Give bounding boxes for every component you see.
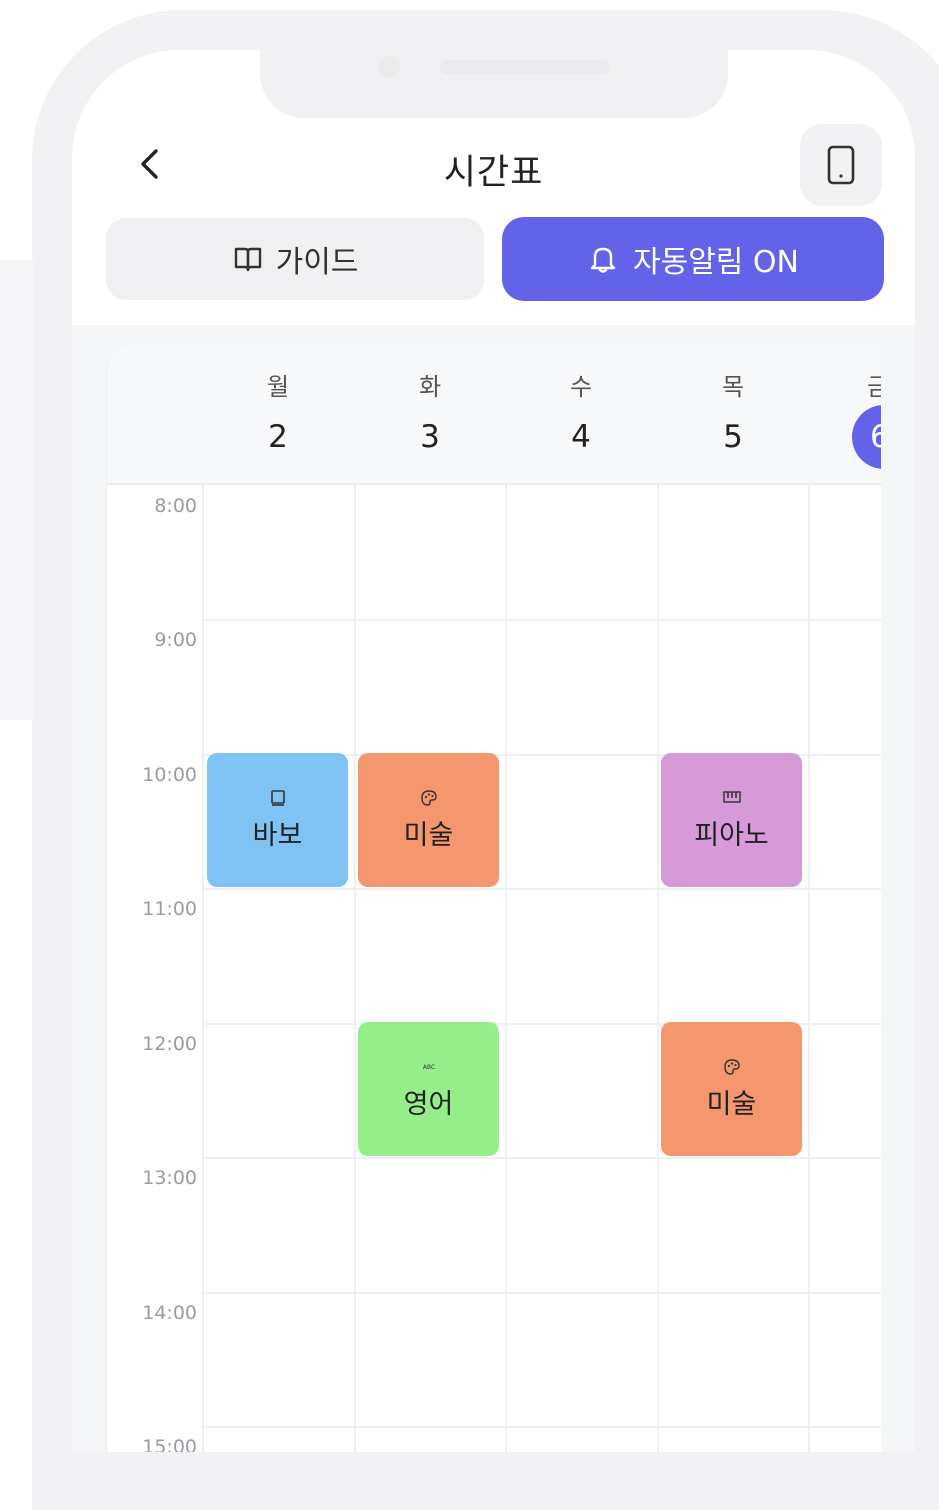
piano-icon (722, 789, 742, 811)
top-header: 시간표 (72, 118, 915, 208)
day-date: 3 (420, 419, 440, 455)
timetable: 월 2 화 3 수 4 목 5 금 6 (106, 345, 881, 1452)
day-name: 월 (266, 373, 290, 401)
event-block-art[interactable]: 미술 (661, 1022, 802, 1156)
day-date: 5 (723, 419, 743, 455)
day-name: 금 (867, 367, 881, 402)
grid-line (202, 1292, 881, 1294)
time-label: 8:00 (154, 495, 197, 517)
device-button[interactable] (800, 124, 882, 206)
book-icon (269, 789, 287, 811)
time-label: 10:00 (142, 764, 197, 786)
speaker-grille (440, 60, 610, 74)
guide-label: 가이드 (275, 245, 359, 280)
day-column-wed[interactable]: 수 4 (505, 345, 657, 483)
grid-line (202, 888, 881, 890)
day-column-thu[interactable]: 목 5 (657, 345, 809, 483)
palette-icon (420, 789, 438, 811)
time-label: 13:00 (142, 1167, 197, 1189)
guide-button[interactable]: 가이드 (106, 218, 484, 300)
day-name: 수 (569, 373, 593, 401)
time-label: 11:00 (142, 898, 197, 920)
svg-text:ABC: ABC (422, 1064, 434, 1071)
abc-icon: ABC (419, 1058, 439, 1080)
auto-alarm-label: 자동알림 ON (633, 245, 799, 280)
grid-line (657, 485, 659, 1452)
grid-line (202, 619, 881, 621)
event-name: 바보 (252, 819, 303, 851)
phone-icon (827, 145, 855, 185)
time-label: 15:00 (142, 1436, 197, 1452)
auto-alarm-button[interactable]: 자동알림 ON (502, 217, 884, 301)
grid-line (354, 485, 356, 1452)
day-name: 화 (418, 373, 442, 401)
grid-line (808, 485, 810, 1452)
day-column-tue[interactable]: 화 3 (354, 345, 506, 483)
event-block-babo[interactable]: 바보 (207, 753, 348, 887)
day-name: 목 (721, 373, 745, 401)
grid-line (202, 1426, 881, 1428)
event-name: 영어 (403, 1088, 454, 1120)
bell-icon (590, 247, 616, 273)
book-icon (234, 247, 261, 272)
event-block-piano[interactable]: 피아노 (661, 753, 802, 887)
camera-icon (378, 56, 400, 78)
phone-notch (260, 50, 728, 118)
time-label: 9:00 (154, 629, 197, 651)
time-label: 14:00 (142, 1302, 197, 1324)
time-label: 12:00 (142, 1033, 197, 1055)
palette-icon (723, 1058, 741, 1080)
event-block-english[interactable]: ABC 영어 (358, 1022, 499, 1156)
app-screen: 시간표 가이드 자동알림 ON 월 2 화 3 수 4 목 5 8:00 9:0… (72, 50, 915, 1452)
timetable-grid: 8:00 9:00 10:00 11:00 12:00 13:00 14:00 … (107, 485, 881, 1452)
day-date: 4 (571, 419, 591, 455)
event-block-art[interactable]: 미술 (358, 753, 499, 887)
event-name: 미술 (403, 819, 454, 851)
day-header-row: 월 2 화 3 수 4 목 5 금 6 (107, 345, 881, 485)
day-date: 2 (268, 419, 288, 455)
phone-side-shadow (0, 260, 34, 720)
grid-line (505, 485, 507, 1452)
grid-line (202, 485, 204, 1452)
event-name: 피아노 (694, 819, 769, 851)
day-column-mon[interactable]: 월 2 (202, 345, 354, 483)
event-name: 미술 (706, 1088, 757, 1120)
page-title: 시간표 (443, 153, 544, 193)
grid-line (202, 1157, 881, 1159)
